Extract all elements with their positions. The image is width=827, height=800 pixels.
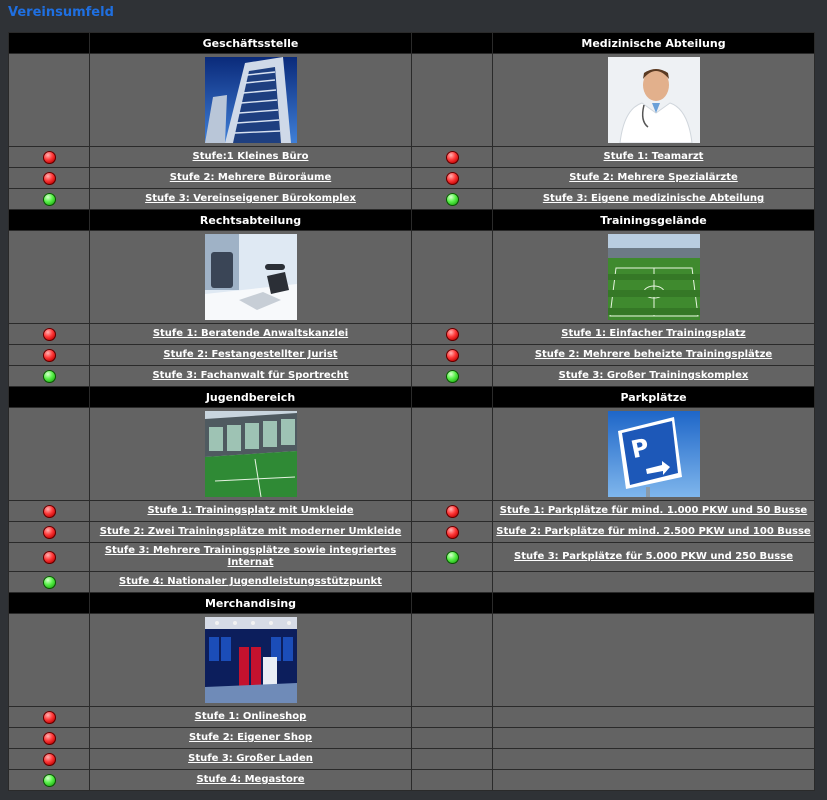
- merchandise-store-image: [204, 617, 297, 703]
- section-title-parking: Parkplätze: [492, 386, 815, 408]
- youth-facility-image: [204, 411, 297, 497]
- medical-level-3-link[interactable]: Stufe 3: Eigene medizinische Abteilung: [543, 193, 764, 205]
- club-environment-table: Geschäftsstelle Medizinische Abteilung S…: [8, 32, 815, 791]
- office-level-3-link[interactable]: Stufe 3: Vereinseigener Bürokomplex: [145, 193, 356, 205]
- status-indicator-inactive: [42, 171, 56, 185]
- section-title-office: Geschäftsstelle: [89, 32, 412, 54]
- status-indicator-active: [42, 773, 56, 787]
- status-indicator-active: [42, 192, 56, 206]
- office-level-2-link[interactable]: Stufe 2: Mehrere Büroräume: [170, 172, 331, 184]
- status-indicator-active: [445, 550, 459, 564]
- parking-sign-image: P: [607, 411, 700, 497]
- section-title-youth: Jugendbereich: [89, 386, 412, 408]
- office-building-image: [204, 57, 297, 143]
- header-spacer: [411, 32, 493, 54]
- section-title-training: Trainingsgelände: [492, 209, 815, 231]
- youth-level-1-link[interactable]: Stufe 1: Trainingsplatz mit Umkleide: [147, 505, 353, 517]
- merch-level-4-link[interactable]: Stufe 4: Megastore: [196, 774, 304, 786]
- training-level-2-link[interactable]: Stufe 2: Mehrere beheizte Trainingsplätz…: [535, 349, 772, 361]
- status-indicator-inactive: [445, 348, 459, 362]
- status-indicator-inactive: [42, 348, 56, 362]
- section-title-merch: Merchandising: [89, 592, 412, 614]
- status-indicator-inactive: [42, 550, 56, 564]
- legal-level-2-link[interactable]: Stufe 2: Festangestellter Jurist: [163, 349, 337, 361]
- status-indicator-inactive: [445, 150, 459, 164]
- status-indicator-inactive: [42, 327, 56, 341]
- status-indicator-inactive: [42, 525, 56, 539]
- parking-level-1-link[interactable]: Stufe 1: Parkplätze für mind. 1.000 PKW …: [500, 505, 807, 517]
- parking-level-3-link[interactable]: Stufe 3: Parkplätze für 5.000 PKW und 25…: [514, 551, 793, 563]
- legal-level-3-link[interactable]: Stufe 3: Fachanwalt für Sportrecht: [152, 370, 348, 382]
- header-spacer: [8, 32, 90, 54]
- status-indicator-inactive: [445, 327, 459, 341]
- status-indicator-inactive: [42, 150, 56, 164]
- status-indicator-inactive: [445, 504, 459, 518]
- doctor-image: [607, 57, 700, 143]
- status-indicator-inactive: [42, 504, 56, 518]
- status-indicator-inactive: [42, 752, 56, 766]
- section-title-medical: Medizinische Abteilung: [492, 32, 815, 54]
- legal-level-1-link[interactable]: Stufe 1: Beratende Anwaltskanzlei: [153, 328, 348, 340]
- office-desk-phone-image: [204, 234, 297, 320]
- youth-level-4-link[interactable]: Stufe 4: Nationaler Jugendleistungsstütz…: [119, 576, 382, 588]
- merch-level-3-link[interactable]: Stufe 3: Großer Laden: [188, 753, 313, 765]
- status-indicator-active: [445, 369, 459, 383]
- office-level-1-link[interactable]: Stufe:1 Kleines Büro: [193, 151, 309, 163]
- status-indicator-inactive: [42, 710, 56, 724]
- medical-level-1-link[interactable]: Stufe 1: Teamarzt: [604, 151, 704, 163]
- status-indicator-active: [42, 575, 56, 589]
- merch-level-2-link[interactable]: Stufe 2: Eigener Shop: [189, 732, 312, 744]
- training-ground-image: [607, 234, 700, 320]
- page-title: Vereinsumfeld: [8, 5, 114, 20]
- merch-level-1-link[interactable]: Stufe 1: Onlineshop: [195, 711, 307, 723]
- status-indicator-inactive: [445, 525, 459, 539]
- training-level-1-link[interactable]: Stufe 1: Einfacher Trainingsplatz: [561, 328, 745, 340]
- medical-level-2-link[interactable]: Stufe 2: Mehrere Spezialärzte: [569, 172, 738, 184]
- status-indicator-inactive: [42, 731, 56, 745]
- status-indicator-active: [445, 192, 459, 206]
- youth-level-3-link[interactable]: Stufe 3: Mehrere Trainingsplätze sowie i…: [101, 545, 401, 569]
- parking-level-2-link[interactable]: Stufe 2: Parkplätze für mind. 2.500 PKW …: [496, 526, 810, 538]
- training-level-3-link[interactable]: Stufe 3: Großer Trainingskomplex: [559, 370, 749, 382]
- status-indicator-inactive: [445, 171, 459, 185]
- youth-level-2-link[interactable]: Stufe 2: Zwei Trainingsplätze mit modern…: [100, 526, 402, 538]
- status-indicator-active: [42, 369, 56, 383]
- section-title-legal: Rechtsabteilung: [89, 209, 412, 231]
